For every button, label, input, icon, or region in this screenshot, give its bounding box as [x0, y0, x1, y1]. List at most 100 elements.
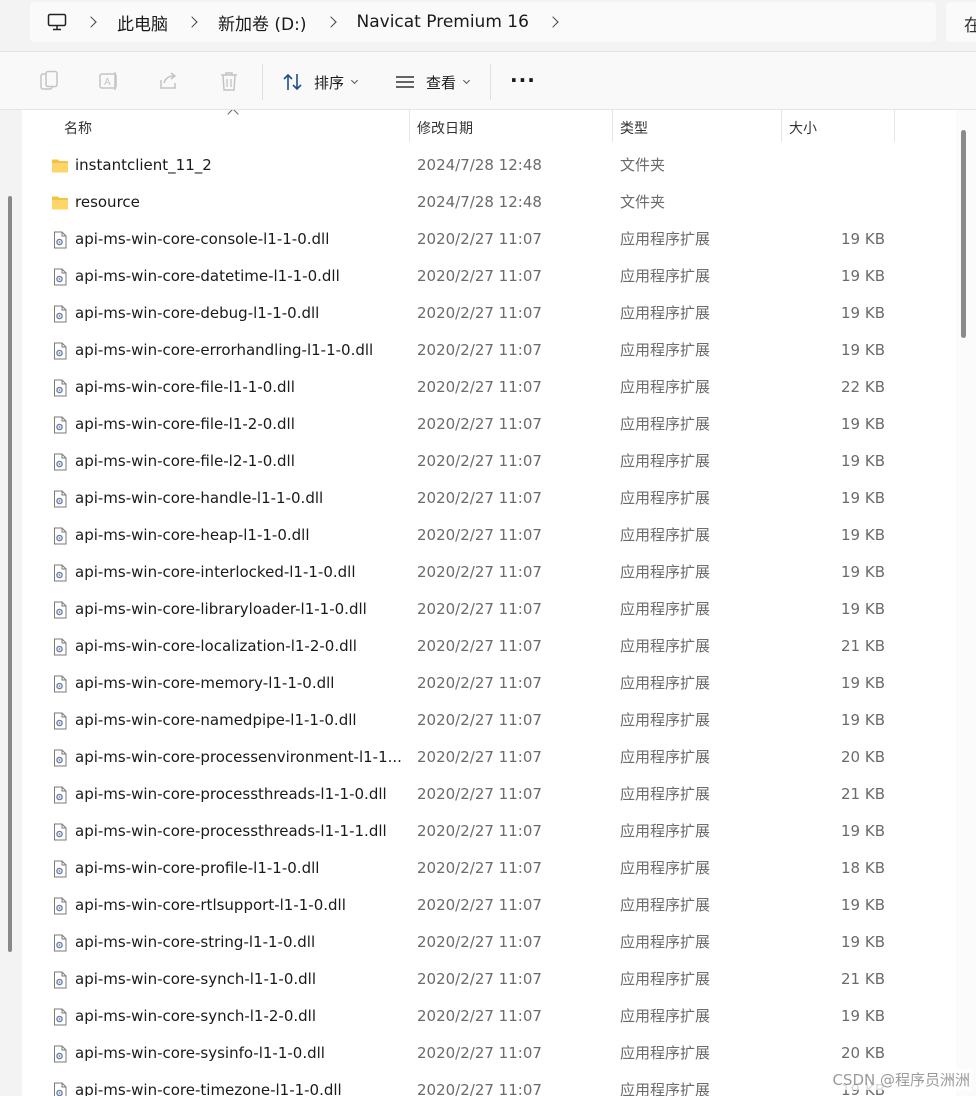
file-size: 19 KB [841, 822, 885, 840]
table-row[interactable]: api-ms-win-core-file-l1-1-0.dll 2020/2/27… [22, 369, 956, 406]
table-row[interactable]: instantclient_11_2 2024/7/28 12:48 文件夹 [22, 147, 956, 184]
dll-file-icon [54, 453, 67, 471]
column-header-date[interactable]: 修改日期 [410, 110, 613, 142]
folder-icon [52, 196, 68, 210]
file-type: 应用程序扩展 [620, 933, 711, 951]
dll-file-icon [54, 564, 67, 582]
dll-file-icon [54, 786, 67, 804]
file-type: 应用程序扩展 [620, 637, 711, 655]
dll-file-icon [54, 601, 67, 619]
more-options-icon[interactable]: ··· [510, 68, 536, 92]
table-row[interactable]: api-ms-win-core-datetime-l1-1-0.dll 2020/… [22, 258, 956, 295]
table-row[interactable]: api-ms-win-core-heap-l1-1-0.dll 2020/2/27… [22, 517, 956, 554]
table-row[interactable]: api-ms-win-core-localization-l1-2-0.dll 2… [22, 628, 956, 665]
file-name: api-ms-win-core-file-l2-1-0.dll [75, 452, 295, 470]
dll-file-icon [54, 823, 67, 841]
dll-file-icon [54, 934, 67, 952]
file-name: api-ms-win-core-localization-l1-2-0.dll [75, 637, 357, 655]
file-date: 2020/2/27 11:07 [417, 711, 542, 729]
this-pc-icon[interactable] [47, 13, 67, 31]
table-row[interactable]: api-ms-win-core-processthreads-l1-1-0.dl… [22, 776, 956, 813]
file-size: 19 KB [841, 933, 885, 951]
navigation-pane-scrollbar[interactable] [8, 196, 12, 952]
chevron-right-icon[interactable] [324, 16, 337, 28]
breadcrumb-drive-d[interactable]: 新加卷 (D:) [218, 10, 307, 35]
dll-file-icon [54, 231, 67, 249]
search-box[interactable]: 在 [946, 2, 976, 42]
chevron-right-icon[interactable] [547, 16, 559, 28]
file-name: api-ms-win-core-processthreads-l1-1-1.dl… [75, 822, 387, 840]
file-name: api-ms-win-core-interlocked-l1-1-0.dll [75, 563, 356, 581]
table-row[interactable]: api-ms-win-core-memory-l1-1-0.dll 2020/2/… [22, 665, 956, 702]
file-name: api-ms-win-core-synch-l1-2-0.dll [75, 1007, 317, 1025]
file-type: 文件夹 [620, 193, 666, 211]
breadcrumb[interactable]: 此电脑 新加卷 (D:) Navicat Premium 16 [30, 2, 936, 42]
vertical-scrollbar-thumb[interactable] [961, 130, 966, 338]
view-icon [396, 76, 414, 88]
breadcrumb-this-pc[interactable]: 此电脑 [117, 10, 168, 35]
file-name: instantclient_11_2 [75, 156, 212, 174]
table-row[interactable]: api-ms-win-core-interlocked-l1-1-0.dll 20… [22, 554, 956, 591]
file-type: 应用程序扩展 [620, 1044, 711, 1062]
file-type: 应用程序扩展 [620, 415, 711, 433]
table-row[interactable]: api-ms-win-core-rtlsupport-l1-1-0.dll 202… [22, 887, 956, 924]
vertical-scrollbar-track[interactable] [956, 110, 976, 1096]
table-row[interactable]: api-ms-win-core-errorhandling-l1-1-0.dll… [22, 332, 956, 369]
file-name: api-ms-win-core-timezone-l1-1-0.dll [75, 1081, 342, 1096]
sort-button[interactable]: 排序 [282, 67, 359, 97]
dll-file-icon [54, 971, 67, 989]
table-row[interactable]: api-ms-win-core-debug-l1-1-0.dll 2020/2/2… [22, 295, 956, 332]
folder-icon [52, 159, 68, 173]
file-date: 2020/2/27 11:07 [417, 1081, 542, 1096]
column-header-name[interactable]: 名称 [57, 110, 410, 142]
table-row[interactable]: api-ms-win-core-string-l1-1-0.dll 2020/2/… [22, 924, 956, 961]
file-type: 文件夹 [620, 156, 666, 174]
file-size: 19 KB [841, 896, 885, 914]
file-size: 18 KB [841, 859, 885, 877]
table-row[interactable]: api-ms-win-core-sysinfo-l1-1-0.dll 2020/2… [22, 1035, 956, 1072]
column-header-type[interactable]: 类型 [613, 110, 782, 142]
table-row[interactable]: api-ms-win-core-synch-l1-2-0.dll 2020/2/2… [22, 998, 956, 1035]
view-button[interactable]: 查看 [394, 67, 471, 97]
table-row[interactable]: api-ms-win-core-console-l1-1-0.dll 2020/2… [22, 221, 956, 258]
file-date: 2020/2/27 11:07 [417, 267, 542, 285]
chevron-down-icon [350, 76, 359, 85]
table-row[interactable]: api-ms-win-core-synch-l1-1-0.dll 2020/2/2… [22, 961, 956, 998]
table-row[interactable]: api-ms-win-core-libraryloader-l1-1-0.dll… [22, 591, 956, 628]
copy-icon[interactable] [38, 70, 60, 92]
file-date: 2020/2/27 11:07 [417, 415, 542, 433]
chevron-right-icon[interactable] [85, 16, 97, 28]
file-date: 2020/2/27 11:07 [417, 822, 542, 840]
file-size: 21 KB [841, 637, 885, 655]
view-label: 查看 [426, 73, 457, 92]
file-date: 2020/2/27 11:07 [417, 230, 542, 248]
table-row[interactable]: api-ms-win-core-timezone-l1-1-0.dll 2020/… [22, 1072, 956, 1096]
watermark: CSDN @程序员洲洲 [830, 1069, 972, 1090]
table-row[interactable]: api-ms-win-core-processenvironment-l1-1.… [22, 739, 956, 776]
file-date: 2020/2/27 11:07 [417, 674, 542, 692]
breadcrumb-navicat[interactable]: Navicat Premium 16 [357, 12, 529, 32]
chevron-right-icon[interactable] [186, 16, 198, 28]
delete-icon[interactable] [218, 70, 240, 92]
rename-icon[interactable]: A [98, 70, 120, 92]
file-type: 应用程序扩展 [620, 304, 711, 322]
table-row[interactable]: resource 2024/7/28 12:48 文件夹 [22, 184, 956, 221]
share-icon[interactable] [158, 70, 180, 92]
table-row[interactable]: api-ms-win-core-namedpipe-l1-1-0.dll 2020… [22, 702, 956, 739]
table-row[interactable]: api-ms-win-core-profile-l1-1-0.dll 2020/2… [22, 850, 956, 887]
file-size: 19 KB [841, 600, 885, 618]
table-row[interactable]: api-ms-win-core-file-l2-1-0.dll 2020/2/27… [22, 443, 956, 480]
table-row[interactable]: api-ms-win-core-processthreads-l1-1-1.dl… [22, 813, 956, 850]
table-row[interactable]: api-ms-win-core-file-l1-2-0.dll 2020/2/27… [22, 406, 956, 443]
file-name: api-ms-win-core-file-l1-1-0.dll [75, 378, 295, 396]
file-type: 应用程序扩展 [620, 1007, 711, 1025]
file-date: 2020/2/27 11:07 [417, 896, 542, 914]
dll-file-icon [54, 268, 67, 286]
column-header-size[interactable]: 大小 [782, 110, 895, 142]
file-date: 2024/7/28 12:48 [417, 156, 542, 174]
file-date: 2020/2/27 11:07 [417, 785, 542, 803]
dll-file-icon [54, 1082, 67, 1096]
file-name: api-ms-win-core-processthreads-l1-1-0.dl… [75, 785, 387, 803]
table-row[interactable]: api-ms-win-core-handle-l1-1-0.dll 2020/2/… [22, 480, 956, 517]
sort-icon [283, 73, 302, 91]
